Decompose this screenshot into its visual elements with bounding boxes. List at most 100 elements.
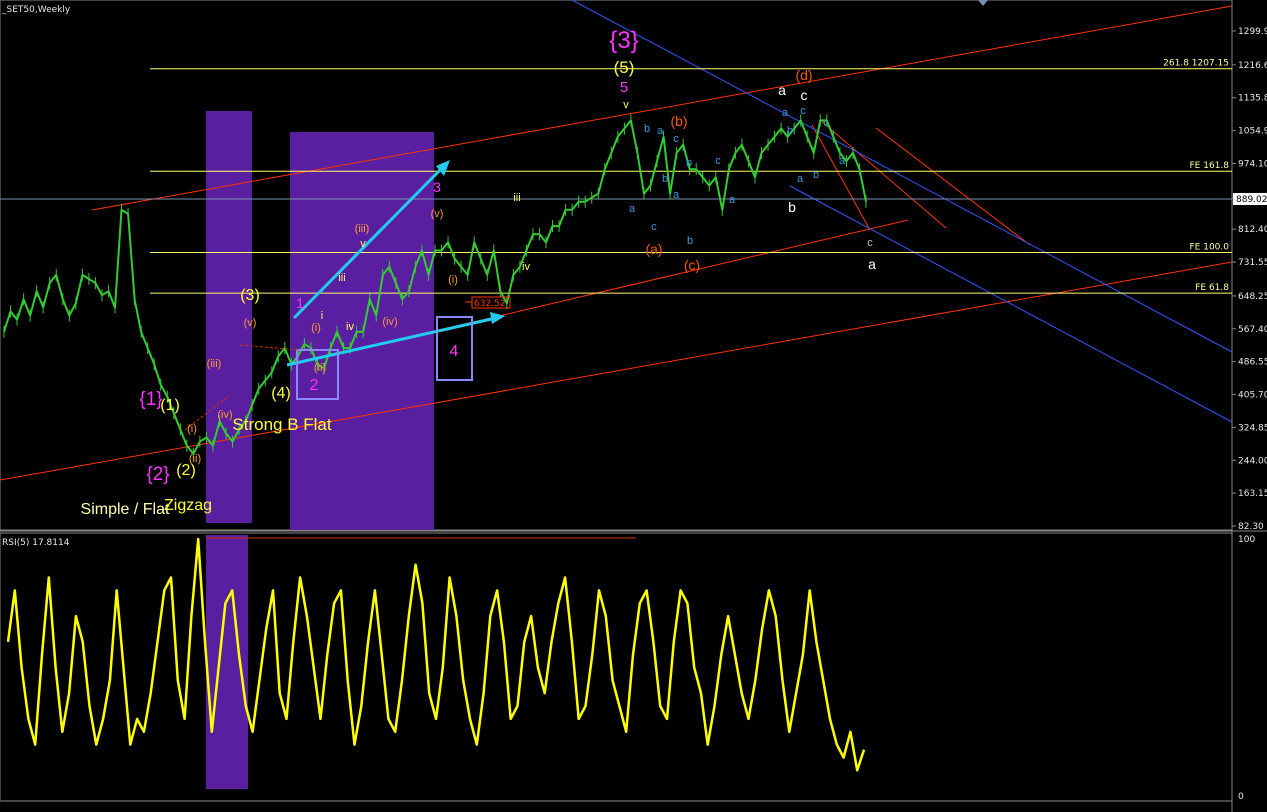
fib-level-label-2: FE 100.0 [1190, 243, 1230, 253]
wave-label-51: c [800, 105, 806, 117]
price-tick-label-12: 324.85 [1238, 423, 1267, 433]
wave-label-42: c [673, 133, 679, 145]
chart-canvas: 1299.95 1216.65 1135.80 1054.95 974.10 889.02… [0, 0, 1267, 812]
price-panel-border [0, 0, 1233, 531]
chart-title: _SET50,Weekly [1, 5, 71, 15]
wave-label-44: a [673, 189, 680, 201]
wave-label-54: b [813, 169, 819, 181]
wave-label-23: iv [346, 321, 354, 333]
down-channel-upper [571, 0, 1233, 353]
rsi-panel-border [0, 532, 1233, 802]
cyan-arrowhead-right [490, 312, 505, 324]
wave-label-17: (iii) [355, 223, 370, 235]
wave-label-46: b [687, 235, 693, 247]
wave-label-15: (i) [311, 322, 321, 334]
wave-label-60: c [867, 237, 873, 249]
wave-label-48: a [729, 194, 736, 206]
wave-label-13: (iv) [217, 409, 232, 421]
price-tick-label-2: 1135.80 [1238, 94, 1267, 104]
wave-label-11: (ii) [189, 453, 201, 465]
wave-label-40: a [657, 125, 664, 137]
wave-label-5: (1) [160, 397, 180, 414]
wave-label-53: a [797, 173, 804, 185]
wave-label-20: (i) [448, 274, 458, 286]
fib-level-label-1: FE 161.8 [1190, 161, 1230, 171]
price-tick-label-4: 974.10 [1238, 159, 1267, 169]
price-tick-label-1: 1216.65 [1238, 61, 1267, 71]
wave-label-21: i [321, 310, 323, 322]
wave-label-52: c [823, 117, 829, 129]
wave-label-50: a [782, 107, 789, 119]
price-tick-label-0: 1299.95 [1238, 27, 1267, 37]
fib-label-group: 261.8 1207.15 FE 161.8 FE 100.0 FE 61.8 [1163, 59, 1229, 293]
down-channel-lower [789, 185, 1233, 423]
wave-label-57: c [801, 87, 808, 103]
wave-label-31: Strong B Flat [232, 415, 331, 434]
fib-level-label-3: FE 61.8 [1195, 283, 1229, 293]
wave-label-2: 5 [620, 79, 628, 96]
price-tick-label-15: 82.30 [1238, 522, 1264, 532]
channel-lower-line [0, 261, 1233, 481]
wave-label-22: iii [338, 272, 345, 284]
rsi-series-group [6, 537, 866, 772]
rsi-axis: 100 0 [1238, 535, 1255, 802]
wave-label-41: b [662, 173, 668, 185]
wave-label-45: b [686, 157, 692, 169]
rsi-highlight-box [206, 535, 248, 789]
price-tag-text: 632.52 [474, 299, 506, 309]
top-marker-icon [978, 0, 988, 6]
wave-label-34: (a) [645, 241, 662, 257]
wave-label-49: b [787, 125, 793, 137]
wave-label-27: 1 [296, 295, 304, 311]
price-tick-label-7: 731.55 [1238, 258, 1267, 268]
wave-label-0: {3} [609, 27, 638, 54]
wave-label-29: 3 [433, 179, 441, 195]
wave-label-59: a [868, 256, 876, 272]
wave-label-38: a [629, 203, 636, 215]
price-tick-label-9: 567.40 [1238, 325, 1267, 335]
price-line [3, 119, 867, 455]
price-tick-label-11: 405.70 [1238, 391, 1267, 401]
wave-label-35: (b) [670, 113, 687, 129]
wave-label-14: (v) [244, 317, 257, 329]
wave-label-30: 4 [450, 343, 459, 360]
wave-label-8: (3) [240, 287, 260, 304]
price-tick-label-6: 812.40 [1238, 225, 1267, 235]
wave-label-1: (5) [614, 58, 635, 77]
wave-label-25: iii [513, 192, 520, 204]
wave-label-26: iv [522, 261, 530, 273]
current-price-text: 889.02 [1236, 195, 1267, 205]
wave-label-19: (v) [431, 208, 444, 220]
wave-label-18: (iv) [382, 316, 397, 328]
rsi-title: RSI(5) 17.8114 [2, 538, 70, 548]
rsi-tick-label-0: 100 [1238, 535, 1255, 545]
wave-label-33: Zigzag [164, 497, 212, 514]
price-tick-label-3: 1054.95 [1238, 127, 1267, 137]
price-tick-label-13: 244.00 [1238, 456, 1267, 466]
wave-label-36: (c) [684, 257, 700, 273]
wave-label-56: a [778, 82, 786, 98]
fib-level-label-0: 261.8 1207.15 [1163, 59, 1229, 69]
wave-label-6: {2} [146, 464, 169, 485]
wave-label-16: (ii) [314, 362, 326, 374]
wave-label-47: c [715, 155, 721, 167]
wave-label-10: (i) [187, 423, 197, 435]
trend-line-1 [875, 127, 1031, 246]
wave-label-12: (iii) [207, 358, 222, 370]
wave-label-37: (d) [795, 67, 812, 83]
wave-label-3: v [623, 99, 629, 111]
wave-label-24: v [360, 238, 366, 250]
price-tick-label-14: 163.15 [1238, 489, 1267, 499]
wave-label-32: Simple / Flat [81, 501, 170, 518]
price-axis: 1299.95 1216.65 1135.80 1054.95 974.10 889.02… [1232, 27, 1267, 532]
price-tick-label-10: 486.55 [1238, 358, 1267, 368]
wave-label-28: 2 [310, 377, 319, 394]
rsi-tick-label-1: 0 [1238, 792, 1244, 802]
price-series-group [3, 114, 867, 460]
rsi-line [6, 537, 866, 772]
wave-label-9: (4) [271, 385, 291, 402]
wave-label-58: b [788, 199, 796, 215]
wave-label-43: c [651, 221, 657, 233]
wave-label-4: {1} [139, 389, 162, 410]
wave-label-39: b [644, 123, 650, 135]
